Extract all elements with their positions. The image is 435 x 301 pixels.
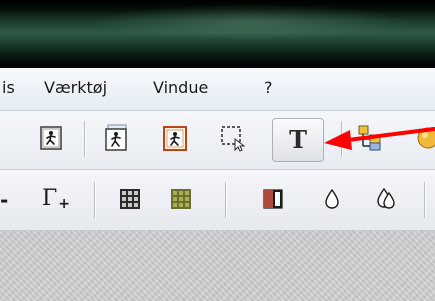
menu-item-partial[interactable]: is bbox=[2, 78, 15, 97]
double-drop-icon[interactable] bbox=[372, 184, 402, 214]
text-tool-button[interactable]: T bbox=[272, 118, 324, 162]
title-bar-glow bbox=[90, 4, 410, 40]
figure-frame-icon[interactable] bbox=[36, 123, 66, 153]
partial-tool-icon[interactable] bbox=[414, 123, 435, 153]
gamma-plus-tool[interactable]: Γ + bbox=[36, 184, 76, 214]
figure-frame-blue-icon[interactable] bbox=[102, 123, 132, 153]
grid-olive-icon[interactable] bbox=[166, 184, 196, 214]
menu-item-help[interactable]: ? bbox=[264, 78, 273, 97]
gamma-glyph: Γ bbox=[42, 186, 58, 211]
toolbar-separator bbox=[225, 182, 226, 218]
toolbar-separator bbox=[424, 182, 425, 218]
main-toolbar: T bbox=[0, 111, 435, 170]
workspace-area bbox=[0, 231, 435, 301]
grid-dark-icon[interactable] bbox=[115, 184, 145, 214]
toolbar-separator bbox=[94, 182, 95, 218]
partial-tool-icon[interactable]: - bbox=[0, 185, 14, 215]
plus-glyph: + bbox=[58, 196, 70, 212]
secondary-toolbar: - Γ + bbox=[0, 170, 435, 231]
menu-item-vindue[interactable]: Vindue bbox=[153, 78, 208, 97]
contrast-square-icon[interactable] bbox=[258, 184, 288, 214]
menu-item-vaerktoej[interactable]: Værktøj bbox=[44, 78, 107, 97]
toolbar-separator bbox=[341, 121, 342, 157]
toolbar-separator bbox=[84, 121, 85, 157]
window-title-bar bbox=[0, 0, 435, 68]
menu-bar: is Værktøj Vindue ? bbox=[0, 68, 435, 111]
rectangle-select-icon[interactable] bbox=[218, 123, 248, 153]
hierarchy-icon[interactable] bbox=[355, 123, 385, 153]
drop-icon[interactable] bbox=[317, 184, 347, 214]
partial-glyph: - bbox=[0, 188, 9, 212]
figure-frame-red-icon[interactable] bbox=[160, 123, 190, 153]
text-tool-glyph: T bbox=[289, 125, 307, 154]
